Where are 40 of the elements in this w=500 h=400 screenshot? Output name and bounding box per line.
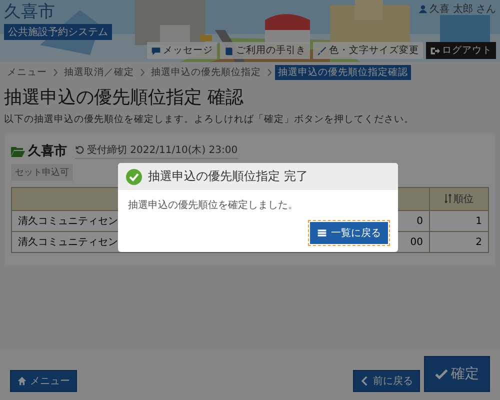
- confirm-button[interactable]: 確定: [424, 356, 490, 392]
- logout-icon: [430, 46, 440, 56]
- city-name: 久喜市: [4, 2, 55, 22]
- header-button[interactable]: ご利用の手引き: [220, 42, 310, 59]
- dialog-message: 抽選申込の優先順位を確定しました。: [128, 198, 298, 212]
- system-name-badge: 公共施設予約システム: [4, 24, 112, 40]
- header-button[interactable]: 色・文字サイズ変更: [313, 42, 423, 59]
- user-name: 久喜 太郎 さん: [418, 2, 496, 16]
- tag-label: セット申込可: [11, 164, 73, 181]
- folder-icon: [11, 146, 25, 156]
- list-icon: [317, 228, 327, 238]
- book-icon: [224, 46, 234, 56]
- home-icon: [17, 376, 27, 386]
- table-cell: 2: [430, 232, 488, 252]
- dialog-title: 抽選申込の優先順位指定 完了: [148, 168, 308, 185]
- breadcrumb-item[interactable]: 抽選取消／確定: [61, 65, 137, 80]
- chevron-right-icon: [53, 69, 58, 76]
- card-title: 久喜市: [11, 142, 67, 160]
- brush-icon: [317, 46, 327, 56]
- user-icon: [418, 4, 428, 14]
- sort-icon: [444, 194, 452, 204]
- table-cell: 1: [430, 210, 488, 232]
- check-icon: [435, 368, 448, 380]
- description-text: 以下の抽選申込の優先順位を確定します。よろしければ「確定」ボタンを押してください。: [4, 113, 415, 126]
- header-button[interactable]: メッセージ: [147, 42, 217, 59]
- speech-bubble-icon: [151, 46, 161, 56]
- breadcrumb-item[interactable]: 抽選申込の優先順位指定: [148, 65, 264, 80]
- check-circle-icon: [126, 168, 142, 184]
- deadline-text: 受付締切 2022/11/10(木) 23:00: [75, 143, 238, 159]
- history-icon: [75, 145, 85, 155]
- breadcrumb-item[interactable]: 抽選申込の優先順位指定確認: [275, 65, 411, 80]
- chevron-left-icon: [360, 376, 370, 386]
- breadcrumb-item[interactable]: メニュー: [4, 65, 50, 80]
- page-title: 抽選申込の優先順位指定 確認: [4, 86, 245, 109]
- back-button[interactable]: 前に戻る: [353, 370, 420, 392]
- back-to-list-button[interactable]: 一覧に戻る: [310, 222, 388, 244]
- chevron-right-icon: [140, 69, 145, 76]
- logout-button[interactable]: ログアウト: [426, 42, 496, 59]
- menu-button[interactable]: メニュー: [10, 370, 77, 392]
- chevron-right-icon: [267, 69, 272, 76]
